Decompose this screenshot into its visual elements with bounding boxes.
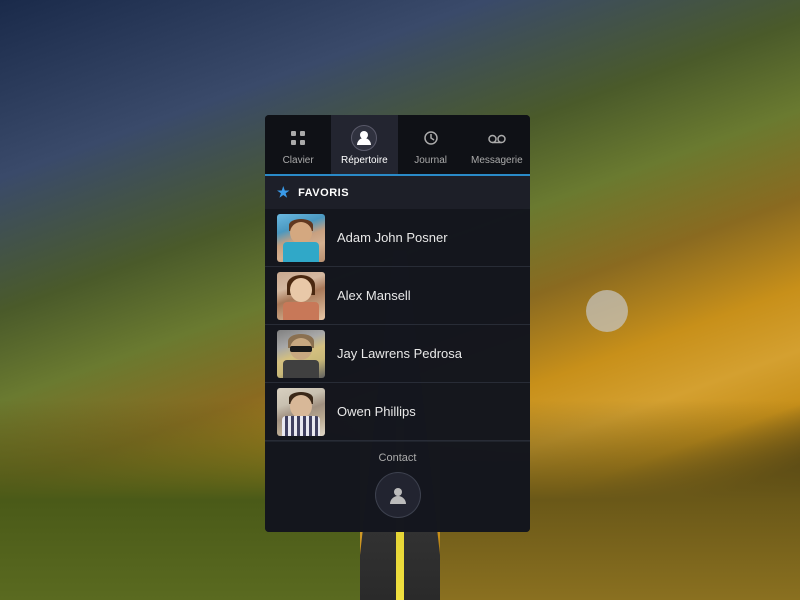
star-icon: ★ bbox=[277, 184, 290, 201]
avatar-4 bbox=[277, 388, 325, 436]
panel-footer: Contact bbox=[265, 441, 530, 532]
contact-item-4[interactable]: Owen Phillips bbox=[265, 383, 530, 441]
contact-name-2: Alex Mansell bbox=[337, 288, 411, 303]
tab-messagerie-label: Messagerie bbox=[471, 155, 523, 166]
avatar-3 bbox=[277, 330, 325, 378]
main-panel: Clavier Répertoire Journal bbox=[265, 115, 530, 532]
tab-clavier-label: Clavier bbox=[283, 155, 314, 166]
tab-clavier[interactable]: Clavier bbox=[265, 115, 331, 174]
tab-repertoire-label: Répertoire bbox=[341, 155, 388, 166]
section-header: ★ FAVORIS bbox=[265, 176, 530, 209]
contact-item-2[interactable]: Alex Mansell bbox=[265, 267, 530, 325]
avatar-2 bbox=[277, 272, 325, 320]
section-title: FAVORIS bbox=[298, 187, 349, 199]
contact-name-4: Owen Phillips bbox=[337, 404, 416, 419]
contact-footer-label: Contact bbox=[379, 452, 417, 464]
grid-icon bbox=[285, 125, 311, 151]
contact-name-1: Adam John Posner bbox=[337, 230, 448, 245]
tab-bar: Clavier Répertoire Journal bbox=[265, 115, 530, 176]
floating-button[interactable] bbox=[586, 290, 628, 332]
tab-journal-label: Journal bbox=[414, 155, 447, 166]
contact-button[interactable] bbox=[375, 472, 421, 518]
clock-icon bbox=[418, 125, 444, 151]
contact-list: Adam John Posner Alex Mansell bbox=[265, 209, 530, 441]
tab-messagerie[interactable]: Messagerie bbox=[464, 115, 530, 174]
voicemail-icon bbox=[484, 125, 510, 151]
person-icon bbox=[351, 125, 377, 151]
tab-journal[interactable]: Journal bbox=[398, 115, 464, 174]
tab-repertoire[interactable]: Répertoire bbox=[331, 115, 397, 174]
contact-item-3[interactable]: Jay Lawrens Pedrosa bbox=[265, 325, 530, 383]
contact-name-3: Jay Lawrens Pedrosa bbox=[337, 346, 462, 361]
avatar-1 bbox=[277, 214, 325, 262]
contact-item-1[interactable]: Adam John Posner bbox=[265, 209, 530, 267]
